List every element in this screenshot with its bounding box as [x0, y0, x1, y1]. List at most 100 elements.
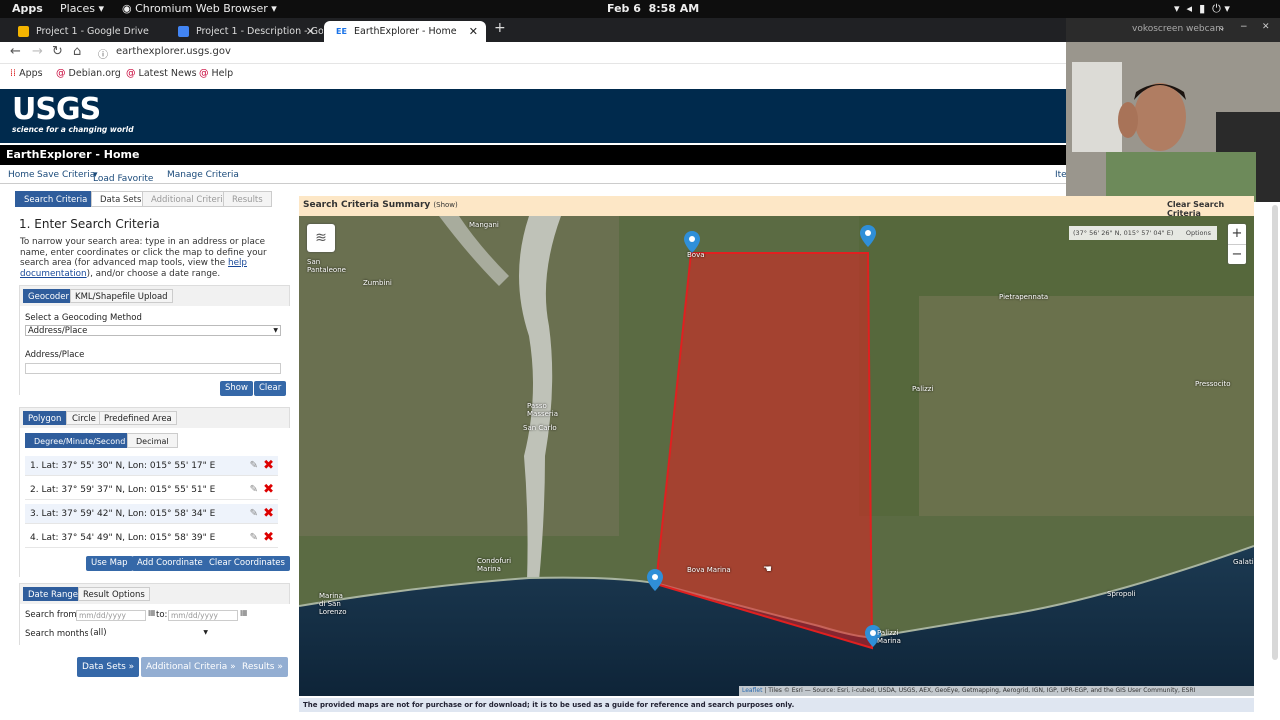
- map-options-button[interactable]: Options: [1186, 226, 1211, 240]
- delete-x-icon[interactable]: ✖: [263, 456, 274, 476]
- debian-swirl-icon: @: [126, 68, 136, 79]
- edit-pencil-icon[interactable]: ✎: [250, 504, 258, 524]
- tab-geocoder[interactable]: Geocoder: [23, 289, 75, 303]
- zoom-out-button[interactable]: −: [1228, 245, 1246, 265]
- place-label: San Carlo: [523, 424, 557, 432]
- edit-pencil-icon[interactable]: ✎: [250, 480, 258, 500]
- use-map-button[interactable]: Use Map: [86, 556, 133, 571]
- delete-x-icon[interactable]: ✖: [263, 504, 274, 524]
- clock[interactable]: Feb 6 8:58 AM: [607, 2, 699, 15]
- summary-title: Search Criteria Summary: [303, 200, 431, 210]
- browser-menu[interactable]: ◉ Chromium Web Browser ▾: [122, 2, 277, 15]
- clear-coordinates-button[interactable]: Clear Coordinates: [204, 556, 290, 571]
- home-icon[interactable]: ⌂: [73, 44, 81, 59]
- info-icon[interactable]: ⓘ: [98, 46, 108, 61]
- usgs-banner: USGS science for a changing world: [0, 89, 1070, 143]
- tab-degree-minute-second[interactable]: Degree/Minute/Second: [25, 433, 135, 448]
- tray-icons[interactable]: ▾ ◂ ▮ ⏻ ▾: [1174, 2, 1230, 16]
- disclaimer-text: The provided maps are not for purchase o…: [303, 701, 795, 709]
- edit-pencil-icon[interactable]: ✎: [250, 456, 258, 476]
- data-sets-next-button[interactable]: Data Sets »: [77, 657, 140, 677]
- delete-x-icon[interactable]: ✖: [263, 528, 274, 548]
- usgs-logo[interactable]: USGS science for a changing world: [12, 95, 134, 135]
- earthexplorer-favicon-icon: EE: [336, 27, 347, 36]
- coordinate-row[interactable]: 1. Lat: 37° 55' 30" N, Lon: 015° 55' 17"…: [25, 456, 278, 476]
- results-next-button[interactable]: Results »: [237, 657, 288, 677]
- tab-kml-upload[interactable]: KML/Shapefile Upload: [70, 289, 173, 303]
- map-marker-icon[interactable]: [684, 231, 700, 253]
- map-attribution: Leaflet | Tiles © Esri — Source: Esri, i…: [739, 686, 1254, 696]
- menu-home[interactable]: Home: [8, 170, 35, 180]
- minimize-icon[interactable]: −: [1240, 22, 1248, 32]
- map-marker-icon[interactable]: [860, 225, 876, 247]
- places-menu[interactable]: Places ▾: [60, 2, 104, 15]
- map-view[interactable]: Mangani San Pantaleone Zumbini Passo Mas…: [299, 216, 1254, 696]
- layers-icon[interactable]: ≋: [307, 224, 335, 252]
- menu-item-truncated[interactable]: Ite: [1055, 170, 1067, 180]
- bookmark-debian[interactable]: @ Debian.org: [56, 68, 121, 79]
- geocoding-method-select[interactable]: Address/Place ▼: [25, 325, 281, 336]
- search-months-label: Search months:: [25, 629, 92, 639]
- search-months-select[interactable]: (all) ▼: [88, 628, 210, 639]
- close-icon[interactable]: ✕: [306, 21, 315, 42]
- tab-result-options[interactable]: Result Options: [78, 587, 150, 601]
- bookmark-apps[interactable]: ⁞⁞ Apps: [10, 68, 43, 79]
- page-scrollbar[interactable]: [1272, 205, 1278, 660]
- menu-load-favorite[interactable]: Load Favorite ▾: [93, 170, 153, 184]
- clear-button[interactable]: Clear: [254, 381, 287, 396]
- tab-project-description[interactable]: Project 1 - Description - Goog ✕: [166, 21, 323, 42]
- date-range-box: Date Range Result Options Search from: m…: [19, 583, 291, 646]
- apps-menu[interactable]: Apps: [12, 2, 43, 15]
- date-from-input[interactable]: mm/dd/yyyy: [76, 610, 146, 621]
- forward-arrow-icon[interactable]: →: [32, 44, 43, 59]
- leaflet-link[interactable]: Leaflet: [742, 687, 762, 694]
- edit-pencil-icon[interactable]: ✎: [250, 528, 258, 548]
- tab-circle[interactable]: Circle: [66, 411, 102, 425]
- delete-x-icon[interactable]: ✖: [263, 480, 274, 500]
- tab-results[interactable]: Results: [223, 191, 272, 207]
- clock-date: Feb 6: [607, 2, 641, 15]
- coordinate-row[interactable]: 4. Lat: 37° 54' 49" N, Lon: 015° 58' 39"…: [25, 528, 278, 548]
- show-button[interactable]: Show: [220, 381, 253, 396]
- calendar-icon[interactable]: ▦: [240, 608, 248, 617]
- coordinate-row[interactable]: 3. Lat: 37° 59' 42" N, Lon: 015° 58' 34"…: [25, 504, 278, 524]
- hand-cursor-icon: ☚: [763, 564, 772, 575]
- menu-icon[interactable]: ⌄: [1218, 23, 1226, 33]
- search-criteria-summary-bar: Search Criteria Summary (Show) Clear Sea…: [299, 196, 1254, 218]
- tab-predefined-area[interactable]: Predefined Area: [99, 411, 177, 425]
- url-text[interactable]: earthexplorer.usgs.gov: [116, 46, 231, 57]
- menu-manage-criteria[interactable]: Manage Criteria: [167, 170, 239, 180]
- zoom-in-button[interactable]: +: [1228, 224, 1246, 245]
- tab-google-drive[interactable]: Project 1 - Google Drive: [6, 21, 166, 42]
- browser-label: Chromium Web Browser: [135, 2, 268, 15]
- map-marker-icon[interactable]: [647, 569, 663, 591]
- add-coordinate-button[interactable]: Add Coordinate: [132, 556, 208, 571]
- description-text-end: ), and/or choose a date range.: [86, 268, 221, 279]
- additional-criteria-next-button[interactable]: Additional Criteria »: [141, 657, 241, 677]
- bookmark-label: Apps: [19, 68, 43, 79]
- tab-date-range[interactable]: Date Range: [23, 587, 83, 601]
- reload-icon[interactable]: ↻: [52, 44, 63, 59]
- back-arrow-icon[interactable]: ←: [10, 44, 21, 59]
- address-place-input[interactable]: [25, 363, 281, 374]
- menu-save-criteria[interactable]: Save Criteria: [37, 170, 95, 180]
- select-value: (all): [90, 628, 107, 638]
- webcam-window[interactable]: vokoscreen webcam ⌄ − ✕: [1066, 18, 1280, 202]
- tab-search-criteria[interactable]: Search Criteria: [15, 191, 97, 207]
- tab-earthexplorer[interactable]: EE EarthExplorer - Home ✕: [324, 21, 486, 42]
- tab-decimal[interactable]: Decimal: [127, 433, 178, 448]
- places-label: Places: [60, 2, 95, 15]
- calendar-icon[interactable]: ▦: [148, 608, 156, 617]
- bookmark-latest-news[interactable]: @ Latest News: [126, 68, 197, 79]
- geocoder-panel: Select a Geocoding Method Address/Place ▼…: [20, 306, 291, 396]
- webcam-feed: [1066, 42, 1280, 202]
- date-to-input[interactable]: mm/dd/yyyy: [168, 610, 238, 621]
- place-label: Palizzi Marina: [877, 629, 901, 645]
- close-icon[interactable]: ✕: [469, 21, 478, 42]
- close-icon[interactable]: ✕: [1262, 22, 1270, 32]
- coordinate-row[interactable]: 2. Lat: 37° 59' 37" N, Lon: 015° 55' 51"…: [25, 480, 278, 500]
- new-tab-plus-icon[interactable]: +: [494, 20, 506, 36]
- bookmark-help[interactable]: @ Help: [199, 68, 233, 79]
- summary-show-link[interactable]: (Show): [433, 201, 457, 209]
- tab-polygon[interactable]: Polygon: [23, 411, 67, 425]
